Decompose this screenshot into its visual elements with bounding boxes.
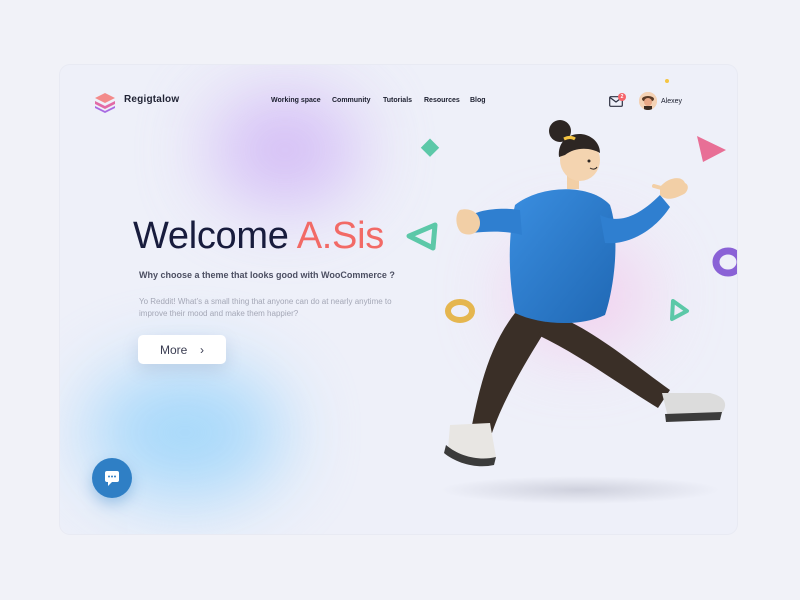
character-back-shoe bbox=[448, 423, 496, 459]
gold-ring-shape bbox=[445, 299, 475, 323]
purple-glow bbox=[210, 95, 360, 205]
teal-diamond-shape bbox=[420, 138, 440, 157]
welcome-word: Welcome bbox=[133, 215, 289, 257]
nav-tutorials[interactable]: Tutorials bbox=[383, 97, 412, 104]
chat-button[interactable] bbox=[92, 458, 132, 498]
floor-shadow bbox=[440, 476, 720, 504]
brand-name[interactable]: Regigtalow bbox=[124, 94, 179, 105]
main-card: Regigtalow Working space Community Tutor… bbox=[60, 65, 737, 534]
hero-description: Yo Reddit! What’s a small thing that any… bbox=[139, 297, 392, 318]
character-front-hand bbox=[660, 178, 688, 199]
avatar-image bbox=[639, 92, 657, 110]
nav-resources[interactable]: Resources bbox=[424, 97, 460, 104]
mail-badge: 2 bbox=[618, 93, 626, 101]
more-button-label: More bbox=[160, 343, 188, 357]
character-hair-bun bbox=[549, 120, 571, 142]
character-eye bbox=[587, 159, 591, 163]
character-front-arm bbox=[600, 195, 670, 244]
chevron-right-icon: › bbox=[200, 343, 204, 357]
character-smile bbox=[589, 166, 598, 170]
character-face bbox=[560, 139, 600, 181]
welcome-name: A.Sis bbox=[296, 215, 385, 257]
pink-triangle-shape bbox=[697, 136, 726, 162]
character-back-arm bbox=[472, 208, 522, 235]
welcome-heading: Welcome A.Sis bbox=[133, 215, 384, 258]
character-hair bbox=[558, 134, 600, 157]
status-dot bbox=[665, 79, 669, 83]
character-back-hand bbox=[456, 209, 480, 235]
character-neck bbox=[567, 175, 579, 189]
avatar[interactable] bbox=[639, 92, 657, 110]
nav-community[interactable]: Community bbox=[332, 97, 371, 104]
pink-glow bbox=[510, 240, 650, 350]
chat-bubble-icon bbox=[105, 471, 119, 486]
more-button[interactable]: More › bbox=[138, 335, 226, 364]
layers-logo-icon[interactable] bbox=[92, 89, 118, 115]
character-front-shoe bbox=[662, 393, 726, 417]
character-pointing-finger bbox=[652, 184, 667, 191]
character-hair-tie bbox=[563, 136, 576, 141]
purple-ring-shape bbox=[712, 247, 737, 277]
character-front-sole bbox=[665, 412, 722, 422]
nav-blog[interactable]: Blog bbox=[470, 97, 486, 104]
small-teal-triangle-shape bbox=[670, 299, 689, 321]
teal-triangle-shape bbox=[406, 222, 438, 251]
user-name[interactable]: Alexey bbox=[661, 98, 682, 105]
nav-working-space[interactable]: Working space bbox=[271, 97, 321, 104]
character-back-sole bbox=[444, 445, 496, 467]
hero-subtitle: Why choose a theme that looks good with … bbox=[139, 270, 395, 280]
